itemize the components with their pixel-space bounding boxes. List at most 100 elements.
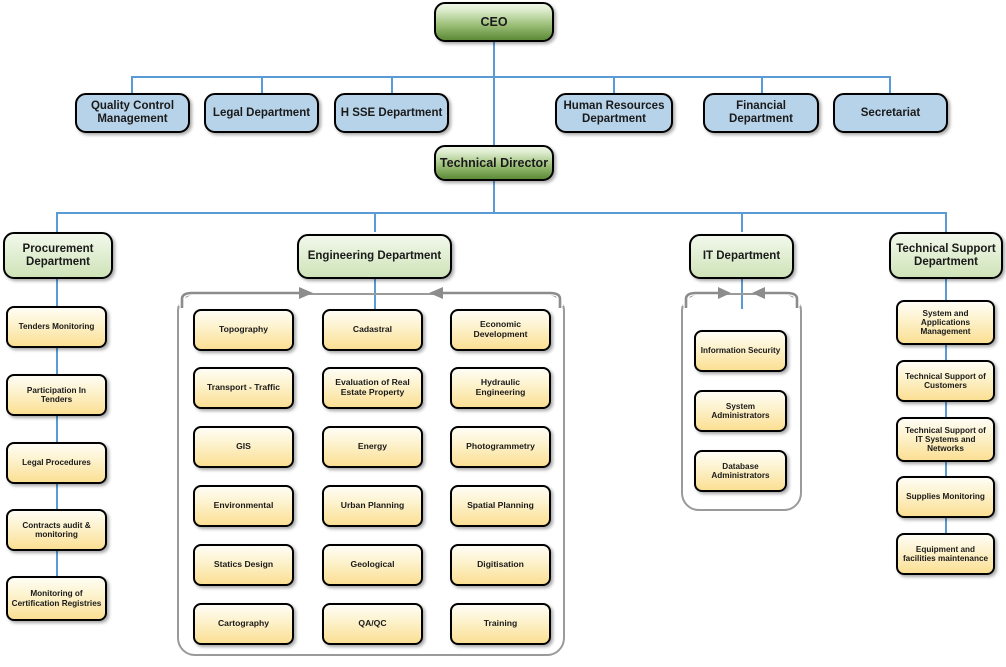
node-environmental[interactable]: Environmental <box>193 485 294 527</box>
node-label: Transport - Traffic <box>206 382 281 393</box>
node-label: Technical Support of Customers <box>905 371 986 390</box>
node-information-security[interactable]: Information Security <box>694 330 787 372</box>
connector-drop-financial <box>761 76 763 93</box>
node-engineering-department[interactable]: Engineering Department <box>297 234 452 279</box>
node-cartography[interactable]: Cartography <box>193 603 294 645</box>
node-label: Participation In Tenders <box>26 385 87 404</box>
node-hsse-department[interactable]: H SSE Department <box>334 93 449 133</box>
node-gis[interactable]: GIS <box>193 426 294 468</box>
node-technical-director[interactable]: Technical Director <box>434 145 554 181</box>
node-label: Spatial Planning <box>467 500 534 511</box>
node-cadastral[interactable]: Cadastral <box>322 309 423 351</box>
node-label: Technical Support Department <box>896 242 996 268</box>
node-label: Economic Development <box>473 319 528 339</box>
connector-drop-engineering <box>374 212 376 232</box>
node-label: Evaluation of Real Estate Property <box>335 377 410 397</box>
connector-drop-hr <box>613 76 615 93</box>
node-procurement-department[interactable]: Procurement Department <box>3 232 113 279</box>
node-secretariat[interactable]: Secretariat <box>833 93 948 133</box>
connector-drop-it <box>741 212 743 232</box>
node-label: Hydraulic Engineering <box>475 377 526 397</box>
node-label: Information Security <box>700 346 781 356</box>
node-label: Topography <box>218 324 268 335</box>
node-geological[interactable]: Geological <box>322 544 423 586</box>
node-label: Secretariat <box>860 106 921 119</box>
node-ceo-label: CEO <box>480 15 508 29</box>
connector-drop-techsupport <box>945 212 947 232</box>
node-label: Monitoring of Certification Registries <box>11 589 102 608</box>
connector-drop-hsse <box>391 76 393 93</box>
node-technical-support-it-systems-networks[interactable]: Technical Support of IT Systems and Netw… <box>896 417 995 462</box>
node-photogrammetry[interactable]: Photogrammetry <box>450 426 551 468</box>
node-digitisation[interactable]: Digitisation <box>450 544 551 586</box>
node-label: Financial Department <box>729 100 793 125</box>
node-evaluation-real-estate-property[interactable]: Evaluation of Real Estate Property <box>322 367 423 409</box>
connector-techdir-down <box>493 181 495 212</box>
node-label: Contracts audit & monitoring <box>22 520 91 539</box>
node-system-administrators[interactable]: System Administrators <box>694 390 787 432</box>
node-topography[interactable]: Topography <box>193 309 294 351</box>
node-label: Cartography <box>217 618 270 629</box>
node-label: Quality Control Management <box>90 100 175 125</box>
node-monitoring-certification-registries[interactable]: Monitoring of Certification Registries <box>6 576 107 621</box>
node-label: Digitisation <box>477 559 524 570</box>
node-quality-control-management[interactable]: Quality Control Management <box>75 93 190 133</box>
node-label: Legal Procedures <box>22 458 91 468</box>
node-label: Environmental <box>213 500 274 511</box>
node-label: Cadastral <box>352 324 393 335</box>
node-label: Equipment and facilities maintenance <box>902 544 989 563</box>
node-database-administrators[interactable]: Database Administrators <box>694 450 787 492</box>
node-label: Human Resources Department <box>563 100 665 125</box>
node-statics-design[interactable]: Statics Design <box>193 544 294 586</box>
node-label: IT Department <box>702 250 781 263</box>
node-legal-procedures[interactable]: Legal Procedures <box>6 442 107 484</box>
node-financial-department[interactable]: Financial Department <box>703 93 819 133</box>
node-economic-development[interactable]: Economic Development <box>450 309 551 351</box>
node-transport-traffic[interactable]: Transport - Traffic <box>193 367 294 409</box>
node-it-department[interactable]: IT Department <box>689 234 794 279</box>
connector-ceo-down <box>493 42 495 76</box>
node-label: Statics Design <box>213 559 274 570</box>
node-human-resources-department[interactable]: Human Resources Department <box>555 93 673 133</box>
node-hydraulic-engineering[interactable]: Hydraulic Engineering <box>450 367 551 409</box>
node-urban-planning[interactable]: Urban Planning <box>322 485 423 527</box>
node-label: Geological <box>350 559 395 570</box>
node-contracts-audit-monitoring[interactable]: Contracts audit & monitoring <box>6 509 107 551</box>
node-supplies-monitoring[interactable]: Supplies Monitoring <box>896 476 995 518</box>
node-label: GIS <box>236 441 251 452</box>
node-label: Legal Department <box>212 106 311 119</box>
node-legal-department[interactable]: Legal Department <box>204 93 319 133</box>
node-tenders-monitoring[interactable]: Tenders Monitoring <box>6 306 107 348</box>
engineering-container-arrows <box>178 287 564 308</box>
node-label: Technical Director <box>439 156 549 170</box>
node-ceo[interactable]: CEO <box>434 2 554 42</box>
connector-ceo-techdir <box>493 76 495 145</box>
connector-drop-secretariat <box>889 76 891 93</box>
node-technical-support-of-customers[interactable]: Technical Support of Customers <box>896 360 995 402</box>
node-label: Engineering Department <box>307 250 442 263</box>
org-chart-canvas: CEO Quality Control Management Legal Dep… <box>0 0 1006 667</box>
it-container-arrows <box>682 287 801 308</box>
node-qa-qc[interactable]: QA/QC <box>322 603 423 645</box>
node-label: Technical Support of IT Systems and Netw… <box>905 425 986 454</box>
node-energy[interactable]: Energy <box>322 426 423 468</box>
node-label: QA/QC <box>358 618 387 629</box>
node-label: Urban Planning <box>340 500 405 511</box>
node-label: Supplies Monitoring <box>906 492 985 502</box>
connector-drop-legal <box>261 76 263 93</box>
connector-drop-procurement <box>56 212 58 232</box>
node-label: Tenders Monitoring <box>18 322 95 332</box>
node-label: H SSE Department <box>340 106 443 119</box>
node-label: System and Applications Management <box>920 308 971 337</box>
node-technical-support-department[interactable]: Technical Support Department <box>889 232 1003 279</box>
node-label: Procurement Department <box>22 242 94 268</box>
node-training[interactable]: Training <box>450 603 551 645</box>
node-system-applications-management[interactable]: System and Applications Management <box>896 300 995 345</box>
node-label: System Administrators <box>711 401 770 420</box>
node-equipment-facilities-maintenance[interactable]: Equipment and facilities maintenance <box>896 533 995 575</box>
node-spatial-planning[interactable]: Spatial Planning <box>450 485 551 527</box>
connector-dept-bus <box>56 212 946 214</box>
node-label: Training <box>483 618 518 629</box>
node-participation-in-tenders[interactable]: Participation In Tenders <box>6 374 107 416</box>
node-label: Photogrammetry <box>466 441 535 452</box>
